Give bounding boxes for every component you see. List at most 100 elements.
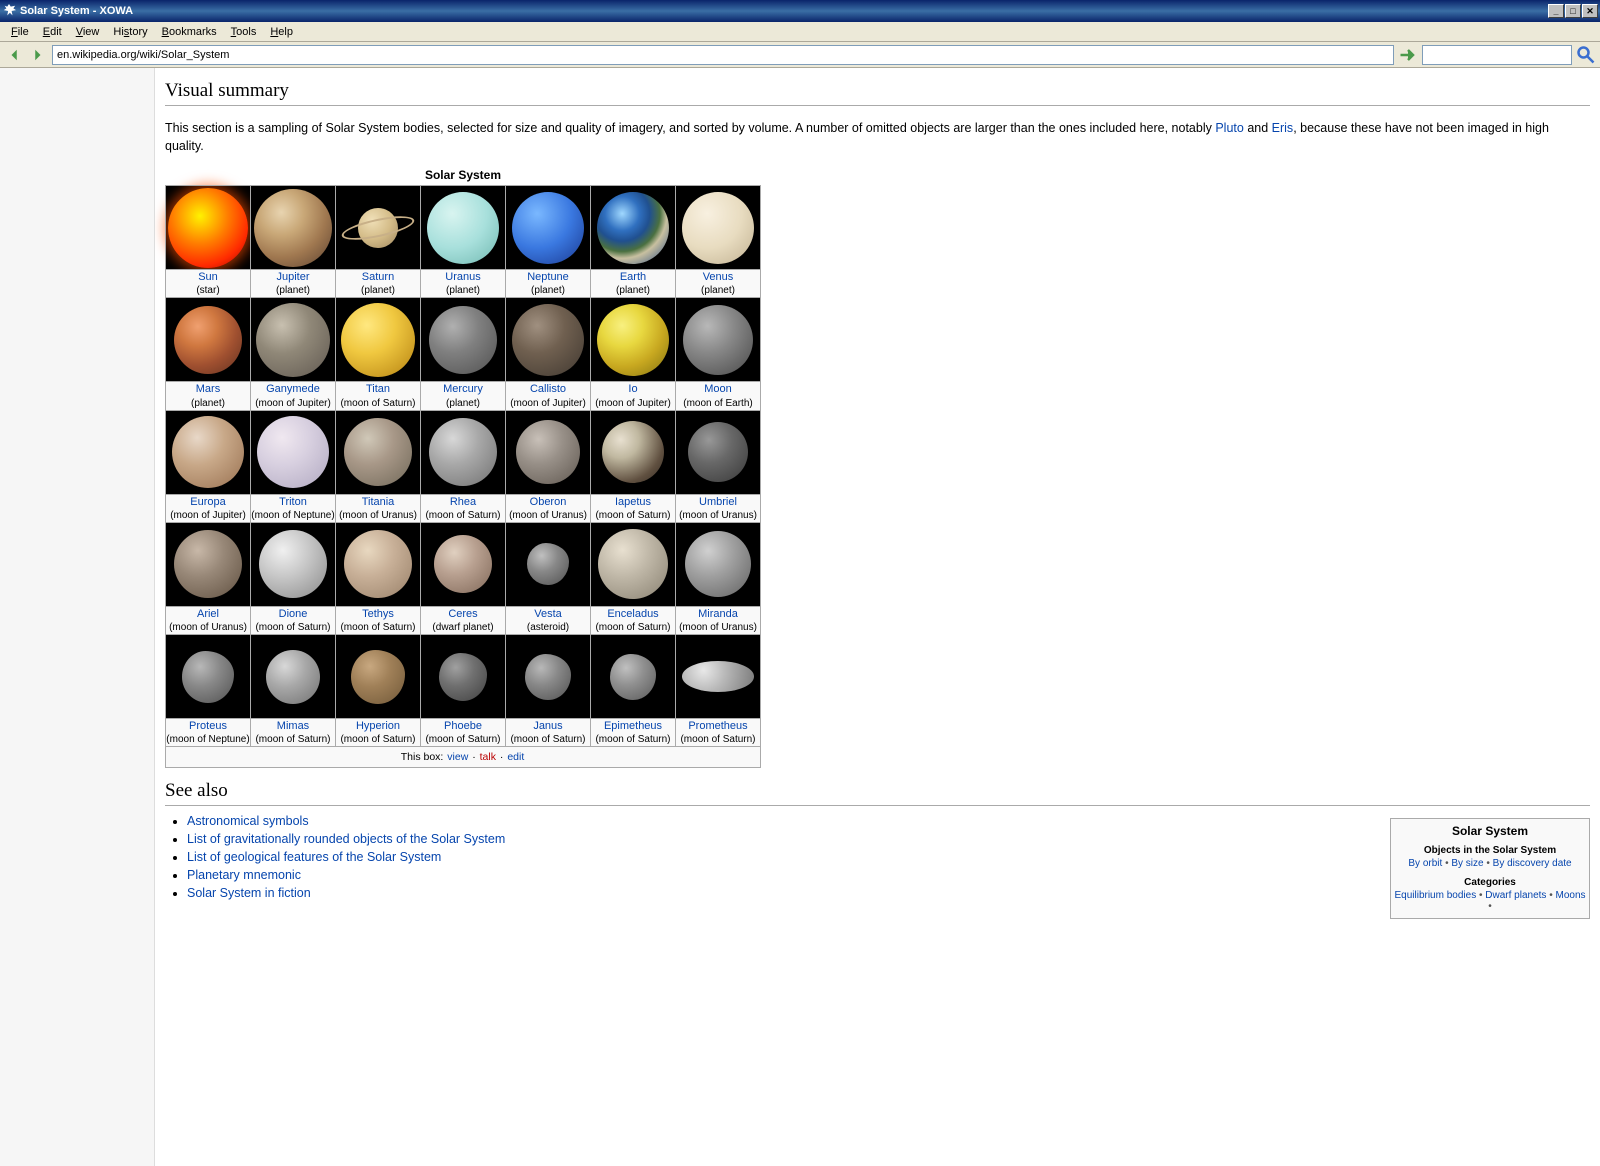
link-mercury[interactable]: Mercury [443,383,483,395]
body-image-janus[interactable] [506,635,591,719]
link-tethys[interactable]: Tethys [362,608,394,620]
see-also-link[interactable]: Planetary mnemonic [187,868,301,882]
body-image-earth[interactable] [591,186,676,270]
link-enceladus[interactable]: Enceladus [607,608,658,620]
body-image-triton[interactable] [251,410,336,494]
menu-tools[interactable]: Tools [224,24,264,40]
link-dwarf-planets[interactable]: Dwarf planets [1485,890,1546,901]
link-titan[interactable]: Titan [366,383,390,395]
link-view[interactable]: view [447,751,468,763]
body-image-proteus[interactable] [166,635,251,719]
body-image-vesta[interactable] [506,522,591,606]
body-image-jupiter[interactable] [251,186,336,270]
link-oberon[interactable]: Oberon [530,496,567,508]
link-vesta[interactable]: Vesta [534,608,562,620]
link-by-discovery[interactable]: By discovery date [1493,858,1572,869]
link-ariel[interactable]: Ariel [197,608,219,620]
body-image-titan[interactable] [336,298,421,382]
link-eris[interactable]: Eris [1272,121,1294,135]
body-image-enceladus[interactable] [591,522,676,606]
body-image-miranda[interactable] [676,522,761,606]
minimize-button[interactable]: _ [1548,4,1564,18]
link-sun[interactable]: Sun [198,271,218,283]
link-talk[interactable]: talk [480,751,496,763]
link-venus[interactable]: Venus [703,271,734,283]
link-by-size[interactable]: By size [1451,858,1483,869]
link-dione[interactable]: Dione [279,608,308,620]
body-image-ceres[interactable] [421,522,506,606]
body-image-oberon[interactable] [506,410,591,494]
body-image-uranus[interactable] [421,186,506,270]
search-button[interactable] [1576,45,1596,65]
see-also-link[interactable]: List of geological features of the Solar… [187,850,441,864]
link-miranda[interactable]: Miranda [698,608,738,620]
link-neptune[interactable]: Neptune [527,271,569,283]
body-image-sun[interactable] [166,186,251,270]
body-image-hyperion[interactable] [336,635,421,719]
link-edit[interactable]: edit [507,751,524,763]
link-titania[interactable]: Titania [362,496,395,508]
menu-help[interactable]: Help [263,24,300,40]
body-image-epimetheus[interactable] [591,635,676,719]
body-image-mimas[interactable] [251,635,336,719]
forward-button[interactable] [28,46,46,64]
link-umbriel[interactable]: Umbriel [699,496,737,508]
link-equilibrium[interactable]: Equilibrium bodies [1394,890,1476,901]
body-image-moon[interactable] [676,298,761,382]
link-iapetus[interactable]: Iapetus [615,496,651,508]
body-image-saturn[interactable] [336,186,421,270]
body-image-phoebe[interactable] [421,635,506,719]
close-button[interactable]: ✕ [1582,4,1598,18]
see-also-link[interactable]: List of gravitationally rounded objects … [187,832,505,846]
link-by-orbit[interactable]: By orbit [1408,858,1442,869]
link-proteus[interactable]: Proteus [189,720,227,732]
body-image-prometheus[interactable] [676,635,761,719]
link-hyperion[interactable]: Hyperion [356,720,400,732]
link-prometheus[interactable]: Prometheus [688,720,747,732]
body-image-ariel[interactable] [166,522,251,606]
link-pluto[interactable]: Pluto [1215,121,1244,135]
link-epimetheus[interactable]: Epimetheus [604,720,662,732]
body-image-umbriel[interactable] [676,410,761,494]
body-image-ganymede[interactable] [251,298,336,382]
link-janus[interactable]: Janus [533,720,562,732]
search-input[interactable] [1422,45,1572,65]
menu-history[interactable]: History [106,24,154,40]
link-earth[interactable]: Earth [620,271,646,283]
menu-file[interactable]: File [4,24,36,40]
go-button[interactable] [1398,45,1418,65]
body-image-iapetus[interactable] [591,410,676,494]
link-mimas[interactable]: Mimas [277,720,309,732]
menu-edit[interactable]: Edit [36,24,69,40]
body-image-tethys[interactable] [336,522,421,606]
link-io[interactable]: Io [628,383,637,395]
link-phoebe[interactable]: Phoebe [444,720,482,732]
link-moons[interactable]: Moons [1556,890,1586,901]
body-image-mercury[interactable] [421,298,506,382]
link-saturn[interactable]: Saturn [362,271,394,283]
url-bar[interactable]: en.wikipedia.org/wiki/Solar_System [52,45,1394,65]
menu-bookmarks[interactable]: Bookmarks [155,24,224,40]
body-image-mars[interactable] [166,298,251,382]
link-uranus[interactable]: Uranus [445,271,480,283]
body-image-europa[interactable] [166,410,251,494]
body-image-callisto[interactable] [506,298,591,382]
body-image-neptune[interactable] [506,186,591,270]
body-image-io[interactable] [591,298,676,382]
see-also-link[interactable]: Astronomical symbols [187,814,309,828]
link-ceres[interactable]: Ceres [448,608,477,620]
see-also-link[interactable]: Solar System in fiction [187,886,311,900]
link-rhea[interactable]: Rhea [450,496,476,508]
body-image-titania[interactable] [336,410,421,494]
link-callisto[interactable]: Callisto [530,383,566,395]
menu-view[interactable]: View [69,24,107,40]
link-moon[interactable]: Moon [704,383,732,395]
main-content[interactable]: Visual summary This section is a samplin… [155,68,1600,1166]
link-ganymede[interactable]: Ganymede [266,383,320,395]
link-jupiter[interactable]: Jupiter [276,271,309,283]
body-image-rhea[interactable] [421,410,506,494]
maximize-button[interactable]: □ [1565,4,1581,18]
body-image-venus[interactable] [676,186,761,270]
link-europa[interactable]: Europa [190,496,225,508]
body-image-dione[interactable] [251,522,336,606]
